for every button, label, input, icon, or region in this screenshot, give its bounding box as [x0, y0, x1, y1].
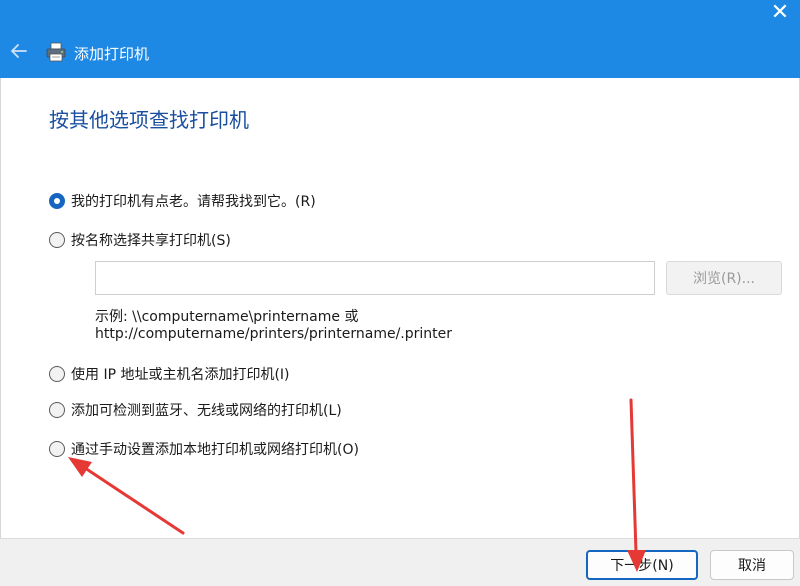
dialog-content: 按其他选项查找打印机 我的打印机有点老。请帮我找到它。(R) 按名称选择共享打印… [0, 78, 800, 538]
cancel-button[interactable]: 取消 [710, 550, 794, 580]
radio-bluetooth-wireless[interactable] [49, 402, 65, 418]
option-ip-address[interactable]: 使用 IP 地址或主机名添加打印机(I) [49, 363, 290, 385]
example-path-line1: 示例: \\computername\printername 或 [95, 309, 359, 325]
back-arrow-icon[interactable] [8, 40, 30, 62]
option-manual-setup-label: 通过手动设置添加本地打印机或网络打印机(O) [71, 442, 359, 458]
option-bluetooth-wireless-label: 添加可检测到蓝牙、无线或网络的打印机(L) [71, 403, 342, 419]
radio-old-printer[interactable] [49, 193, 65, 209]
close-icon[interactable]: ✕ [768, 2, 792, 26]
title-bar: ✕ 添加打印机 [0, 0, 800, 78]
option-ip-address-label: 使用 IP 地址或主机名添加打印机(I) [71, 367, 290, 383]
radio-shared-printer[interactable] [49, 232, 65, 248]
option-shared-printer-label: 按名称选择共享打印机(S) [71, 233, 231, 249]
printer-icon [46, 42, 66, 62]
option-manual-setup[interactable]: 通过手动设置添加本地打印机或网络打印机(O) [49, 438, 359, 460]
dialog-footer: 下一步(N) 取消 [0, 538, 800, 586]
example-path-line2: http://computername/printers/printername… [95, 326, 453, 342]
option-old-printer[interactable]: 我的打印机有点老。请帮我找到它。(R) [49, 190, 316, 212]
dialog-title: 添加打印机 [74, 45, 150, 63]
shared-printer-name-input[interactable] [95, 261, 655, 295]
page-heading: 按其他选项查找打印机 [49, 108, 249, 132]
radio-ip-address[interactable] [49, 366, 65, 382]
option-shared-printer[interactable]: 按名称选择共享打印机(S) [49, 229, 231, 251]
option-old-printer-label: 我的打印机有点老。请帮我找到它。(R) [71, 194, 316, 210]
radio-manual-setup[interactable] [49, 441, 65, 457]
browse-button[interactable]: 浏览(R)... [666, 261, 782, 295]
option-bluetooth-wireless[interactable]: 添加可检测到蓝牙、无线或网络的打印机(L) [49, 399, 342, 421]
next-button[interactable]: 下一步(N) [586, 550, 698, 580]
